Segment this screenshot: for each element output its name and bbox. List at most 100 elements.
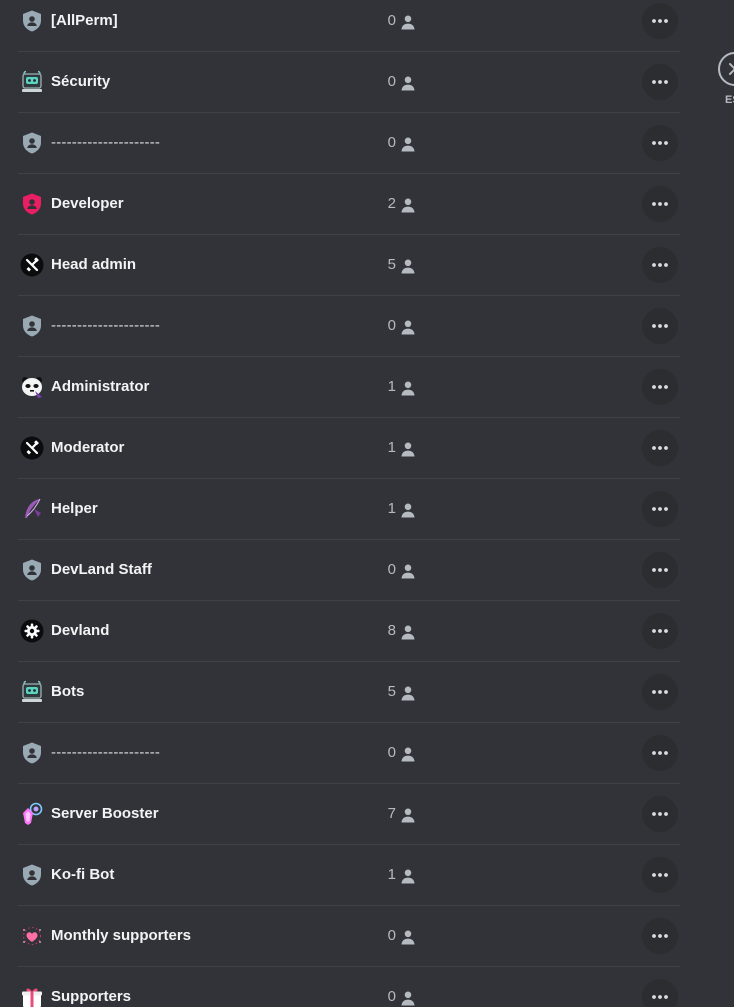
member-count-value: 2 bbox=[387, 195, 396, 212]
member-count[interactable]: 1 bbox=[358, 499, 418, 519]
member-count-value: 5 bbox=[387, 256, 396, 273]
member-count-value: 0 bbox=[387, 12, 396, 29]
shield-user-icon bbox=[20, 9, 44, 33]
gift-icon bbox=[20, 985, 44, 1007]
close-icon bbox=[729, 63, 734, 75]
role-row[interactable]: Monthly supporters 0 bbox=[18, 906, 680, 967]
member-count[interactable]: 0 bbox=[358, 72, 418, 92]
member-count[interactable]: 0 bbox=[358, 743, 418, 763]
role-name: Sécurity bbox=[51, 73, 111, 90]
more-options-button[interactable] bbox=[642, 857, 678, 893]
person-icon bbox=[400, 319, 416, 335]
member-count[interactable]: 5 bbox=[358, 255, 418, 275]
role-row[interactable]: Head admin 5 bbox=[18, 235, 680, 296]
role-row[interactable]: --------------------- 0 bbox=[18, 296, 680, 357]
person-icon bbox=[400, 258, 416, 274]
more-options-button[interactable] bbox=[642, 491, 678, 527]
member-count[interactable]: 7 bbox=[358, 804, 418, 824]
role-row[interactable]: Supporters 0 bbox=[18, 967, 680, 1007]
person-icon bbox=[400, 441, 416, 457]
robot-icon bbox=[20, 680, 44, 704]
role-row[interactable]: Administrator 1 bbox=[18, 357, 680, 418]
more-options-button[interactable] bbox=[642, 64, 678, 100]
more-options-button[interactable] bbox=[642, 3, 678, 39]
member-count-value: 0 bbox=[387, 988, 396, 1005]
more-options-button[interactable] bbox=[642, 613, 678, 649]
role-name: Administrator bbox=[51, 378, 150, 395]
close-button[interactable] bbox=[718, 52, 734, 86]
robot-icon bbox=[20, 70, 44, 94]
role-settings-page: [AllPerm] 0 Sécurity 0 -----------------… bbox=[0, 0, 734, 1007]
more-options-button[interactable] bbox=[642, 979, 678, 1007]
member-count[interactable]: 2 bbox=[358, 194, 418, 214]
role-name: Monthly supporters bbox=[51, 927, 192, 944]
role-row[interactable]: --------------------- 0 bbox=[18, 113, 680, 174]
role-name: Server Booster bbox=[51, 805, 159, 822]
member-count[interactable]: 1 bbox=[358, 438, 418, 458]
role-row[interactable]: Moderator 1 bbox=[18, 418, 680, 479]
role-name: Moderator bbox=[51, 439, 125, 456]
more-options-button[interactable] bbox=[642, 369, 678, 405]
member-count[interactable]: 5 bbox=[358, 682, 418, 702]
more-options-button[interactable] bbox=[642, 308, 678, 344]
member-count-value: 0 bbox=[387, 73, 396, 90]
person-icon bbox=[400, 807, 416, 823]
more-options-button[interactable] bbox=[642, 186, 678, 222]
role-row[interactable]: DevLand Staff 0 bbox=[18, 540, 680, 601]
more-options-button[interactable] bbox=[642, 674, 678, 710]
person-icon bbox=[400, 136, 416, 152]
shield-user-icon bbox=[20, 314, 44, 338]
role-row[interactable]: Server Booster 7 bbox=[18, 784, 680, 845]
person-icon bbox=[400, 75, 416, 91]
person-icon bbox=[400, 929, 416, 945]
member-count-value: 8 bbox=[387, 622, 396, 639]
more-options-button[interactable] bbox=[642, 735, 678, 771]
person-icon bbox=[400, 380, 416, 396]
role-row[interactable]: Sécurity 0 bbox=[18, 52, 680, 113]
member-count-value: 1 bbox=[387, 439, 396, 456]
member-count[interactable]: 1 bbox=[358, 377, 418, 397]
member-count[interactable]: 0 bbox=[358, 926, 418, 946]
more-options-button[interactable] bbox=[642, 552, 678, 588]
role-row[interactable]: [AllPerm] 0 bbox=[18, 0, 680, 52]
member-count[interactable]: 0 bbox=[358, 11, 418, 31]
role-name: Devland bbox=[51, 622, 110, 639]
member-count-value: 1 bbox=[387, 378, 396, 395]
more-options-button[interactable] bbox=[642, 430, 678, 466]
more-options-button[interactable] bbox=[642, 247, 678, 283]
member-count[interactable]: 0 bbox=[358, 133, 418, 153]
person-icon bbox=[400, 624, 416, 640]
member-count-value: 1 bbox=[387, 500, 396, 517]
role-row[interactable]: Developer 2 bbox=[18, 174, 680, 235]
tools-icon bbox=[20, 436, 44, 460]
member-count[interactable]: 8 bbox=[358, 621, 418, 641]
more-options-button[interactable] bbox=[642, 796, 678, 832]
role-row[interactable]: Ko-fi Bot 1 bbox=[18, 845, 680, 906]
more-options-button[interactable] bbox=[642, 918, 678, 954]
shield-user-icon bbox=[20, 558, 44, 582]
person-icon bbox=[400, 502, 416, 518]
person-icon bbox=[400, 563, 416, 579]
member-count[interactable]: 0 bbox=[358, 987, 418, 1007]
tools-icon bbox=[20, 253, 44, 277]
role-row[interactable]: --------------------- 0 bbox=[18, 723, 680, 784]
close-panel: ESC bbox=[718, 52, 734, 112]
member-count-value: 1 bbox=[387, 866, 396, 883]
role-name: Developer bbox=[51, 195, 124, 212]
role-list: [AllPerm] 0 Sécurity 0 -----------------… bbox=[18, 0, 680, 1007]
panda-icon bbox=[20, 375, 44, 399]
role-row[interactable]: Helper 1 bbox=[18, 479, 680, 540]
feather-icon bbox=[20, 497, 44, 521]
shield-user-icon bbox=[20, 192, 44, 216]
role-row[interactable]: Devland 8 bbox=[18, 601, 680, 662]
more-options-button[interactable] bbox=[642, 125, 678, 161]
member-count[interactable]: 0 bbox=[358, 560, 418, 580]
gear-icon bbox=[20, 619, 44, 643]
role-name: Supporters bbox=[51, 988, 132, 1005]
person-icon bbox=[400, 990, 416, 1006]
member-count[interactable]: 1 bbox=[358, 865, 418, 885]
role-row[interactable]: Bots 5 bbox=[18, 662, 680, 723]
person-icon bbox=[400, 197, 416, 213]
role-name: --------------------- bbox=[51, 134, 161, 151]
member-count[interactable]: 0 bbox=[358, 316, 418, 336]
